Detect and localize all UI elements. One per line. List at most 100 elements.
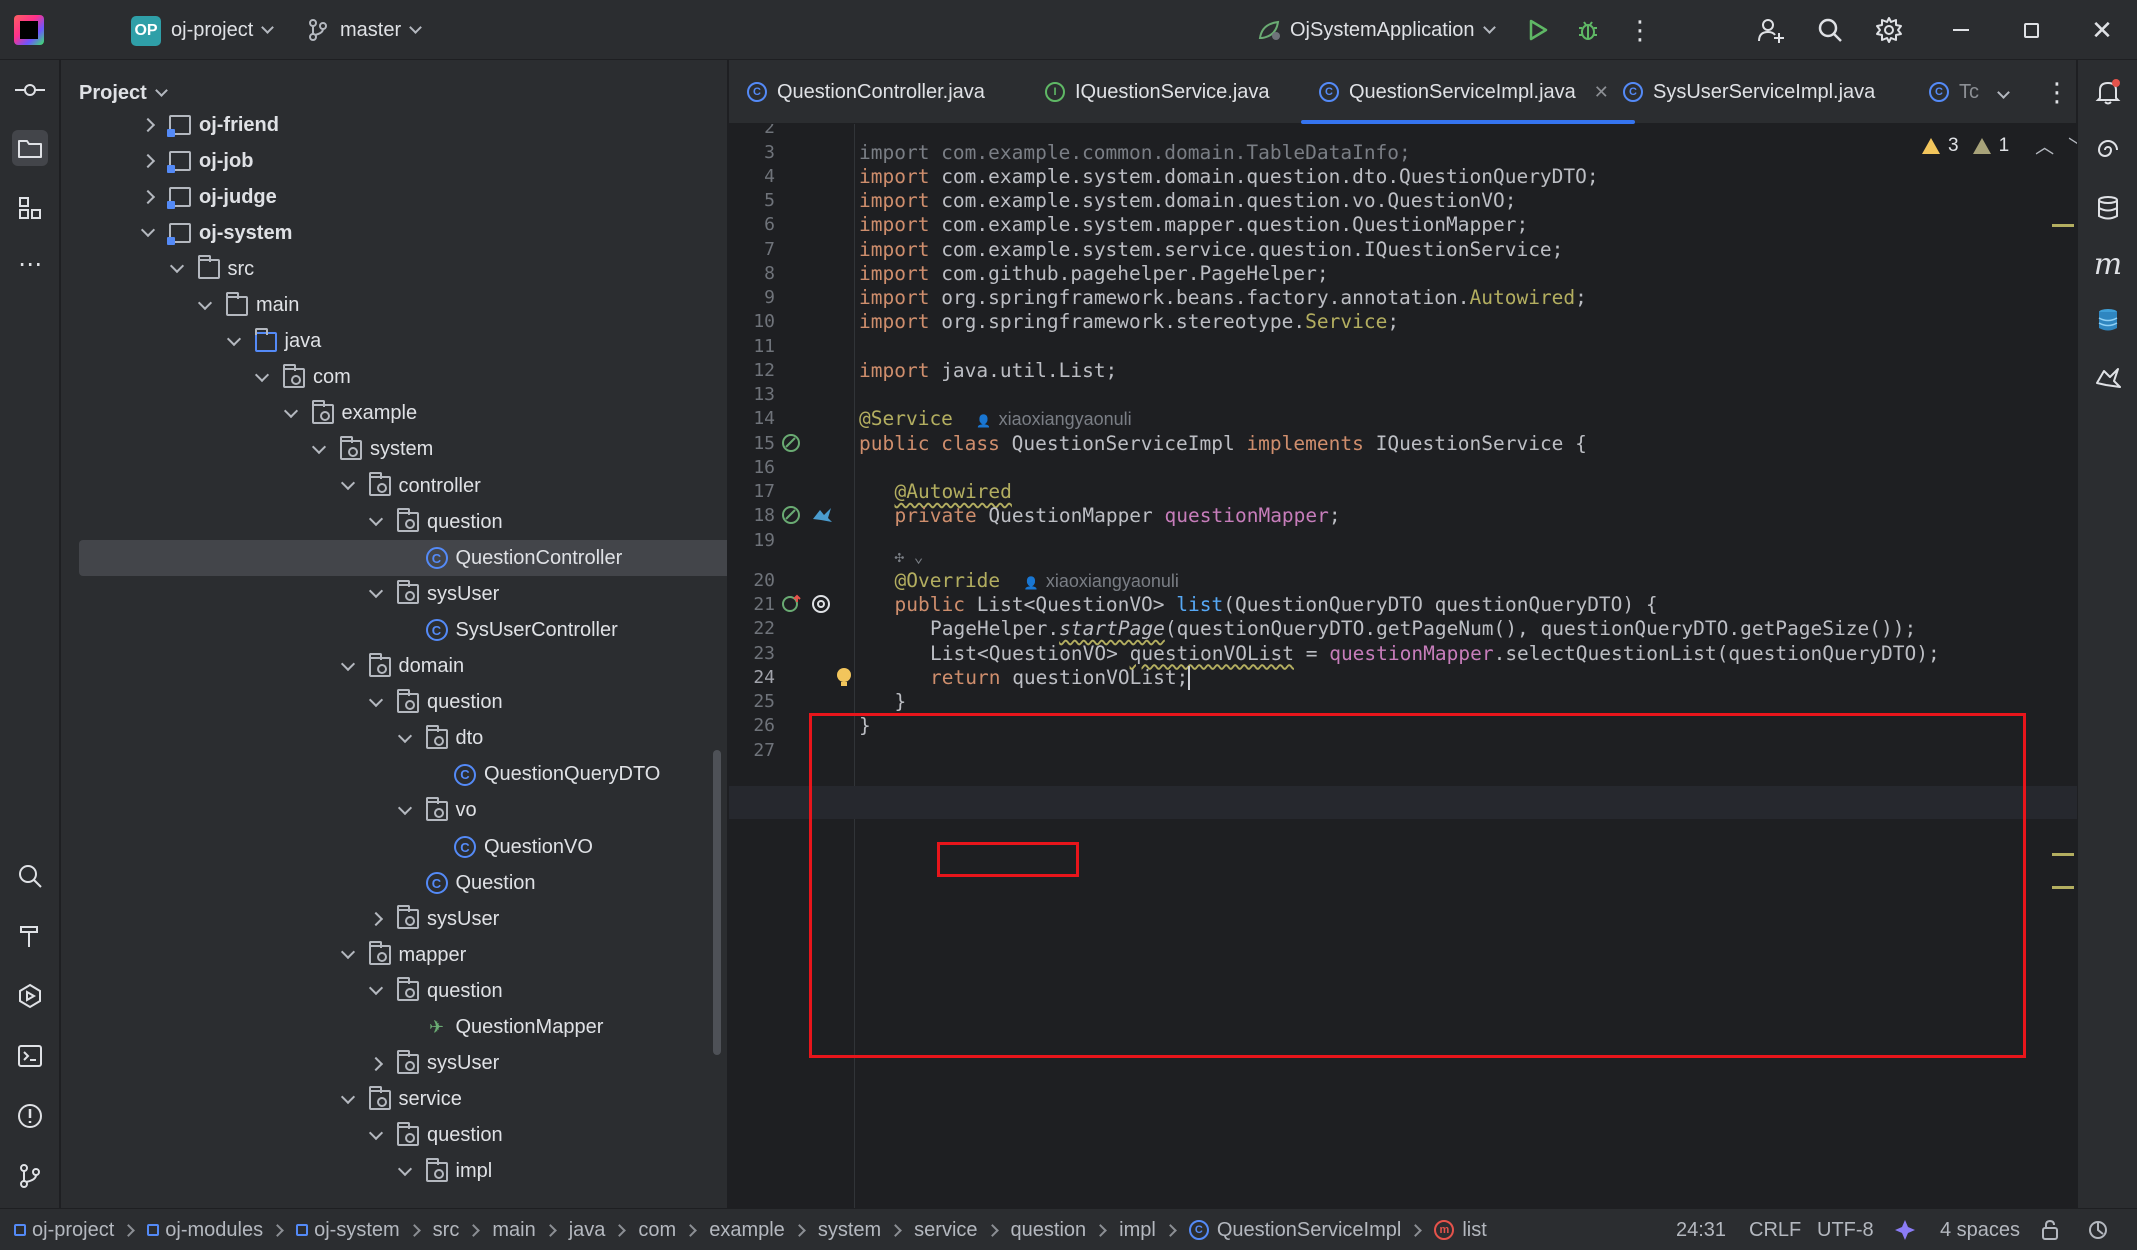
chevron-down-icon[interactable]	[368, 512, 384, 527]
tree-item-questionquerydto[interactable]: C QuestionQueryDTO	[61, 757, 721, 793]
warning-stripe-mark[interactable]	[2052, 224, 2074, 227]
project-selector[interactable]: oj-project	[171, 0, 275, 60]
tree-item-questionmapper[interactable]: ✈ QuestionMapper	[61, 1010, 721, 1046]
warning-stripe-mark[interactable]	[2052, 886, 2074, 889]
structure-tool-button[interactable]	[12, 190, 48, 226]
file-encoding[interactable]: UTF-8	[1817, 1209, 1874, 1250]
maximize-button[interactable]	[2001, 0, 2061, 60]
tree-item-oj-job[interactable]: oj-job	[61, 143, 721, 179]
tabs-more-icon[interactable]: ⋮	[2044, 60, 2070, 124]
run-config-selector[interactable]: OjSystemApplication	[1256, 0, 1496, 60]
breadcrumb-item[interactable]: oj-system	[314, 1219, 400, 1242]
tab-sys-user-service-impl[interactable]: C SysUserServiceImpl.java	[1623, 60, 1875, 124]
breadcrumb-item[interactable]: impl	[1119, 1219, 1156, 1242]
indent-setting[interactable]: 4 spaces	[1940, 1209, 2020, 1250]
tree-item-impl[interactable]: impl	[61, 1154, 721, 1190]
tree-item-sysuser[interactable]: sysUser	[61, 1046, 721, 1082]
breadcrumb-item[interactable]: list	[1462, 1219, 1486, 1242]
chevron-right-icon[interactable]	[368, 912, 384, 927]
tree-item-oj-friend[interactable]: oj-friend	[61, 107, 721, 143]
chevron-down-icon[interactable]	[397, 800, 412, 815]
notifications-button[interactable]	[2090, 74, 2126, 110]
lock-icon[interactable]	[2040, 1209, 2060, 1250]
tree-item-question[interactable]: question	[61, 685, 721, 721]
build-tool-button[interactable]	[12, 918, 48, 954]
project-tool-button[interactable]	[12, 130, 48, 166]
caret-position[interactable]: 24:31	[1676, 1209, 1726, 1250]
chevron-down-icon[interactable]	[340, 945, 355, 960]
chevron-down-icon[interactable]	[368, 692, 384, 707]
inspection-widget[interactable]: 3 1 ︿ ﹀	[1922, 132, 2087, 159]
commit-tool-button[interactable]	[12, 72, 48, 108]
close-window-button[interactable]: ✕	[2072, 0, 2132, 60]
more-actions-icon[interactable]: ⋮	[1610, 0, 1670, 60]
spring-bean-icon[interactable]	[781, 505, 801, 525]
mybatis-button[interactable]	[2090, 360, 2126, 396]
intellij-logo-icon[interactable]	[14, 15, 44, 45]
tree-item-example[interactable]: example	[61, 396, 721, 432]
tree-item-questionvo[interactable]: C QuestionVO	[61, 829, 721, 865]
tree-item-question[interactable]: question	[61, 1118, 721, 1154]
chevron-down-icon[interactable]	[340, 656, 355, 671]
tree-item-src[interactable]: src	[61, 251, 721, 287]
breadcrumb-item[interactable]: oj-modules	[165, 1219, 263, 1242]
find-tool-button[interactable]	[12, 858, 48, 894]
breadcrumb-item[interactable]: question	[1011, 1219, 1087, 1242]
code-vision-icon[interactable]: ✣ ⌄	[895, 540, 924, 573]
tree-item-oj-system[interactable]: oj-system	[61, 215, 721, 251]
services-tool-button[interactable]	[12, 978, 48, 1014]
chevron-right-icon[interactable]	[140, 117, 156, 133]
tree-item-controller[interactable]: controller	[61, 468, 721, 504]
breadcrumb-item[interactable]: system	[818, 1219, 881, 1242]
tree-item-main[interactable]: main	[61, 288, 721, 324]
at-sign-icon[interactable]	[811, 594, 831, 614]
tree-item-dto[interactable]: dto	[61, 721, 721, 757]
breadcrumb-item[interactable]: service	[914, 1219, 977, 1242]
project-scrollbar[interactable]	[713, 750, 721, 1055]
tree-item-sysusercontroller[interactable]: C SysUserController	[61, 612, 721, 648]
search-button[interactable]	[1800, 0, 1860, 60]
tree-item-domain[interactable]: domain	[61, 649, 721, 685]
chevron-down-icon[interactable]	[254, 367, 270, 382]
chevron-down-icon[interactable]	[169, 259, 184, 274]
add-user-button[interactable]	[1741, 0, 1801, 60]
chevron-down-icon[interactable]	[397, 728, 412, 743]
tree-item-sysuser[interactable]: sysUser	[61, 576, 721, 612]
mybatis-navigate-icon[interactable]	[811, 505, 832, 525]
tree-item-sysuser[interactable]: sysUser	[61, 901, 721, 937]
main-menu-icon[interactable]	[74, 17, 100, 41]
breadcrumb-item[interactable]: src	[433, 1219, 460, 1242]
spring-bean-icon[interactable]	[781, 433, 801, 453]
chevron-down-icon[interactable]	[226, 331, 241, 346]
chevron-down-icon[interactable]	[283, 403, 298, 418]
tab-truncated[interactable]: C Tc	[1929, 60, 1979, 124]
chevron-down-icon[interactable]	[368, 981, 384, 996]
lightbulb-icon[interactable]	[835, 667, 855, 687]
breadcrumb-item[interactable]: QuestionServiceImpl	[1217, 1219, 1402, 1242]
chevron-down-icon[interactable]	[140, 223, 156, 238]
tree-item-service[interactable]: service	[61, 1082, 721, 1118]
tree-item-question[interactable]: question	[61, 973, 721, 1009]
tree-item-mapper[interactable]: mapper	[61, 937, 721, 973]
project-badge[interactable]: OP	[131, 16, 161, 46]
breadcrumb-item[interactable]: com	[638, 1219, 676, 1242]
tree-item-system[interactable]: system	[61, 432, 721, 468]
chevron-right-icon[interactable]	[140, 154, 156, 169]
breadcrumb-item[interactable]: example	[709, 1219, 785, 1242]
line-separator[interactable]: CRLF	[1749, 1209, 1801, 1250]
tree-item-vo[interactable]: vo	[61, 793, 721, 829]
tree-item-java[interactable]: java	[61, 324, 721, 360]
implements-icon[interactable]	[781, 594, 801, 614]
more-tools-icon[interactable]: ⋯	[12, 246, 48, 282]
tree-item-question[interactable]: question	[61, 504, 721, 540]
terminal-tool-button[interactable]	[12, 1038, 48, 1074]
tree-item-question[interactable]: C Question	[61, 865, 721, 901]
breadcrumb-item[interactable]: java	[569, 1219, 606, 1242]
chevron-down-icon[interactable]	[368, 1125, 384, 1140]
breadcrumb-item[interactable]: oj-project	[32, 1219, 114, 1242]
branch-selector[interactable]: master	[308, 0, 422, 60]
tree-item-com[interactable]: com	[61, 360, 721, 396]
maven-m-icon[interactable]: m	[2090, 246, 2126, 282]
tab-question-controller[interactable]: C QuestionController.java	[747, 60, 985, 124]
tab-question-service-impl[interactable]: C QuestionServiceImpl.java ✕	[1301, 60, 1635, 124]
